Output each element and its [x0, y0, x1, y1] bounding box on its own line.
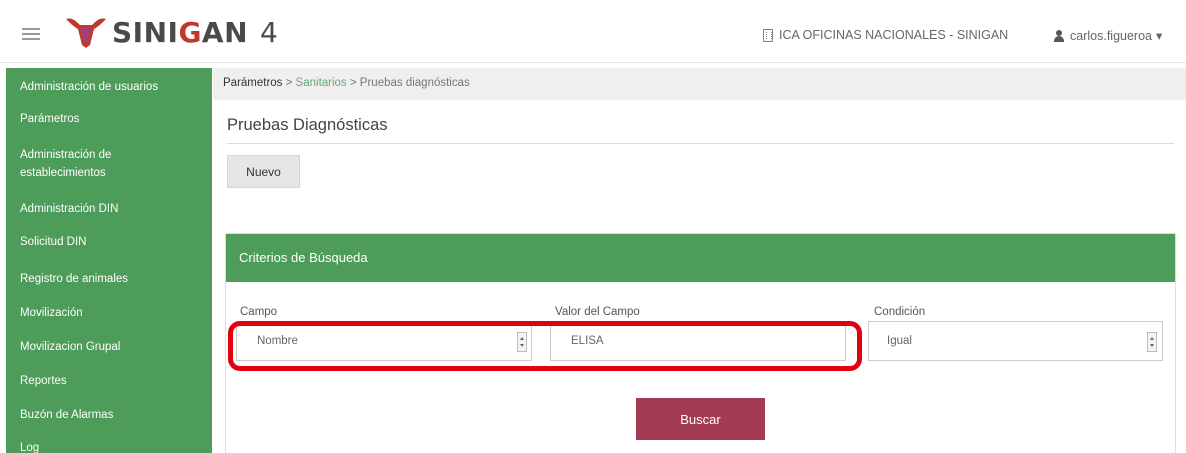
campo-select[interactable]: Nombre: [236, 321, 532, 361]
office-label: ICA OFICINAS NACIONALES - SINIGAN: [779, 28, 1009, 42]
valor-input-value: ELISA: [571, 335, 604, 347]
office-selector[interactable]: ICA OFICINAS NACIONALES - SINIGAN: [763, 28, 1008, 42]
new-button[interactable]: Nuevo: [227, 155, 300, 188]
user-icon: [1054, 29, 1064, 42]
breadcrumb: Parámetros > Sanitarios > Pruebas diagnó…: [213, 68, 1186, 100]
sidebar-item-solicitud-din[interactable]: Solicitud DIN: [20, 234, 86, 251]
campo-label: Campo: [240, 306, 278, 318]
breadcrumb-separator: >: [346, 77, 360, 89]
building-icon: [763, 28, 773, 42]
sidebar-item-movilizacion[interactable]: Movilización: [20, 305, 83, 322]
sidebar-item-administracion-establecimientos-2[interactable]: establecimientos: [20, 165, 106, 182]
sidebar-item-administracion-usuarios[interactable]: Administración de usuarios: [20, 79, 158, 96]
condicion-select[interactable]: Igual: [868, 321, 1163, 361]
breadcrumb-separator: >: [282, 77, 296, 89]
sidebar-item-reportes[interactable]: Reportes: [20, 373, 67, 390]
valor-label: Valor del Campo: [555, 306, 640, 318]
select-arrows-icon: [517, 332, 527, 352]
breadcrumb-item-current: Pruebas diagnósticas: [359, 77, 470, 89]
sidebar-item-administracion-din[interactable]: Administración DIN: [20, 201, 118, 218]
caret-down-icon: ▾: [1156, 29, 1163, 43]
app-header: SINIGAN 4 ICA OFICINAS NACIONALES - SINI…: [0, 0, 1186, 63]
user-menu[interactable]: carlos.figueroa ▾: [1054, 28, 1162, 43]
condicion-select-value: Igual: [887, 335, 912, 347]
select-arrows-icon: [1147, 332, 1157, 352]
sidebar-nav: Administración de usuarios Parámetros Ad…: [6, 68, 212, 453]
menu-toggle-icon[interactable]: [22, 28, 40, 40]
app-logo[interactable]: SINIGAN 4: [64, 14, 278, 50]
title-divider: [227, 143, 1174, 144]
bull-head-icon: [66, 18, 106, 48]
sidebar-item-log[interactable]: Log: [20, 440, 39, 453]
sidebar-item-buzon-alarmas[interactable]: Buzón de Alarmas: [20, 407, 113, 424]
sidebar-item-registro-animales[interactable]: Registro de animales: [20, 271, 128, 288]
breadcrumb-item-parametros[interactable]: Parámetros: [223, 77, 282, 89]
sidebar-item-administracion-establecimientos[interactable]: Administración de: [20, 147, 111, 164]
user-name: carlos.figueroa: [1070, 28, 1152, 43]
breadcrumb-item-sanitarios[interactable]: Sanitarios: [296, 77, 347, 89]
sidebar-item-movilizacion-grupal[interactable]: Movilizacion Grupal: [20, 339, 120, 356]
page-title: Pruebas Diagnósticas: [227, 116, 388, 134]
search-button[interactable]: Buscar: [636, 398, 765, 440]
search-panel-title: Criterios de Búsqueda: [226, 234, 1175, 282]
condicion-label: Condición: [874, 306, 926, 318]
sidebar-item-parametros[interactable]: Parámetros: [20, 111, 79, 128]
valor-input[interactable]: ELISA: [550, 321, 846, 361]
campo-select-value: Nombre: [257, 335, 298, 347]
brand-name: SINIGAN: [112, 15, 249, 49]
brand-version: 4: [260, 15, 278, 49]
